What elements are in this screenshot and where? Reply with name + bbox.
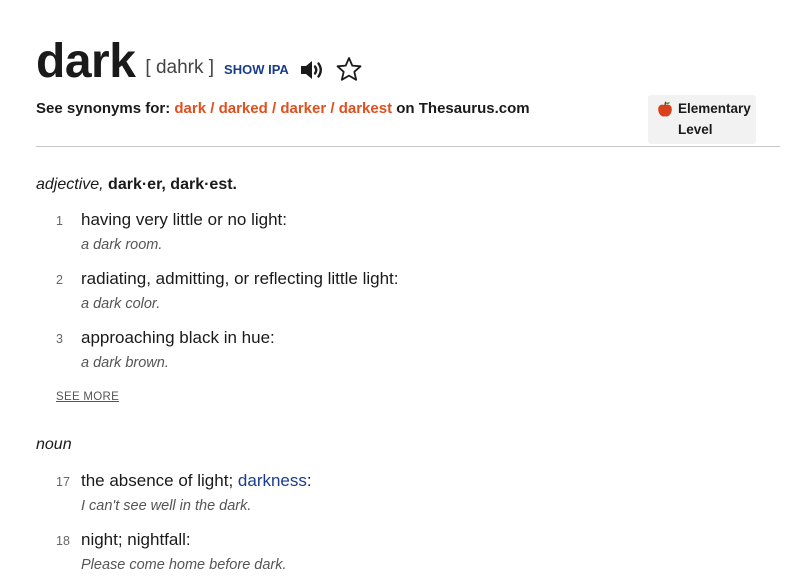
headword: dark bbox=[36, 35, 136, 88]
definition-text-part: : bbox=[306, 471, 312, 490]
definition-text: radiating, admitting, or reflecting litt… bbox=[81, 269, 399, 288]
definition-number: 1 bbox=[56, 214, 63, 228]
definition-example: a dark room. bbox=[81, 237, 163, 253]
definition-example: a dark color. bbox=[81, 296, 161, 312]
definition-example: a dark brown. bbox=[81, 355, 169, 371]
noun-heading: noun bbox=[36, 436, 72, 454]
synonym-separator: / bbox=[206, 100, 219, 117]
definition-text-part: the absence of light; bbox=[81, 471, 234, 490]
apple-icon bbox=[657, 101, 673, 121]
definition-number: 18 bbox=[56, 534, 70, 548]
synonyms-line: See synonyms for: dark / darked / darker… bbox=[36, 100, 530, 117]
pronunciation: [ dahrk ] bbox=[145, 57, 215, 78]
synonym-separator: / bbox=[326, 100, 339, 117]
definition-text: night; nightfall: bbox=[81, 530, 191, 549]
part-of-speech: noun bbox=[36, 436, 72, 453]
part-of-speech: adjective, bbox=[36, 176, 104, 193]
see-more-link[interactable]: SEE MORE bbox=[56, 391, 119, 403]
level-badge[interactable]: Elementary Level bbox=[648, 95, 756, 144]
synonym-link-darkest[interactable]: darkest bbox=[339, 100, 392, 117]
synonym-link-darked[interactable]: darked bbox=[219, 100, 268, 117]
synonyms-prefix: See synonyms for: bbox=[36, 100, 171, 117]
definition-text: approaching black in hue: bbox=[81, 328, 275, 347]
level-label-line1: Elementary bbox=[678, 101, 751, 116]
inflected-forms: dark·er, dark·est. bbox=[108, 176, 237, 193]
definition-example: I can't see well in the dark. bbox=[81, 498, 252, 514]
star-icon[interactable] bbox=[335, 56, 363, 82]
divider bbox=[36, 146, 780, 147]
definition-number: 2 bbox=[56, 273, 63, 287]
definition-text: the absence of light; darkness: bbox=[81, 471, 312, 491]
definition-number: 3 bbox=[56, 332, 63, 346]
definition-number: 17 bbox=[56, 475, 70, 489]
thesaurus-link[interactable]: on Thesaurus.com bbox=[396, 100, 529, 117]
show-ipa-button[interactable]: SHOW IPA bbox=[224, 62, 289, 77]
definition-text: having very little or no light: bbox=[81, 210, 287, 229]
level-label-line2: Level bbox=[678, 122, 713, 137]
darkness-link[interactable]: darkness bbox=[238, 471, 307, 490]
definition-example: Please come home before dark. bbox=[81, 557, 287, 573]
synonym-link-dark[interactable]: dark bbox=[174, 100, 206, 117]
adjective-heading: adjective, dark·er, dark·est. bbox=[36, 176, 237, 194]
synonym-link-darker[interactable]: darker bbox=[280, 100, 326, 117]
headword-row: dark [ dahrk ] SHOW IPA bbox=[36, 34, 363, 90]
speaker-icon[interactable] bbox=[299, 58, 325, 82]
synonym-separator: / bbox=[267, 100, 281, 117]
